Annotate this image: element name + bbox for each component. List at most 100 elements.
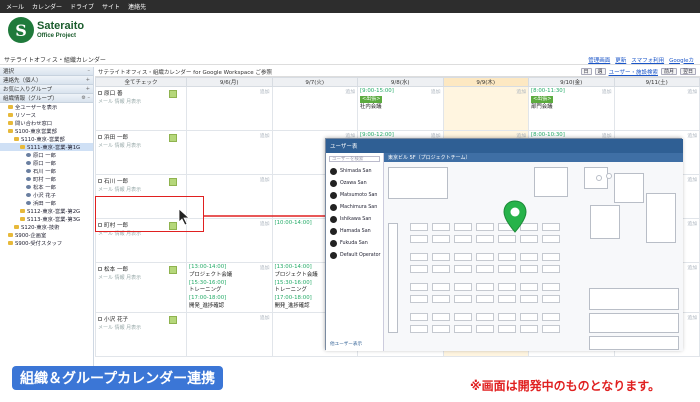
day-cell[interactable]: 追加 [9:00-15:00] <出張> 社内会議 — [357, 86, 444, 131]
desk-seat[interactable] — [542, 223, 560, 231]
desk-seat[interactable] — [498, 313, 516, 321]
refresh-link[interactable]: 更新 — [615, 56, 626, 64]
desk-seat[interactable] — [410, 265, 428, 273]
user-name[interactable]: 小沢 花子 — [104, 315, 128, 323]
desk-seat[interactable] — [542, 283, 560, 291]
desk-seat[interactable] — [476, 313, 494, 321]
user-actions[interactable]: メール 情報 月表示 — [98, 98, 184, 105]
topbar-sites[interactable]: サイト — [102, 2, 120, 11]
add-link[interactable]: 追加 — [687, 176, 697, 183]
desk-seat[interactable] — [410, 325, 428, 333]
add-event-icon[interactable] — [169, 178, 177, 186]
event-text[interactable]: [13:00-14:00] — [189, 264, 226, 270]
overlay-search-input[interactable]: ユーザーを検索 — [329, 156, 380, 162]
tree-group-item[interactable]: S100-東京営業部 — [0, 127, 93, 135]
desk-seat[interactable] — [454, 223, 472, 231]
topbar-drive[interactable]: ドライブ — [70, 2, 94, 11]
expand-icon[interactable]: + — [86, 86, 90, 92]
google-calendar-link[interactable]: Googleカ — [669, 56, 694, 64]
add-link[interactable]: 追加 — [687, 132, 697, 139]
desk-seat[interactable] — [432, 235, 450, 243]
user-search-link[interactable]: ユーザー・施設検索 — [609, 68, 658, 76]
desk-seat[interactable] — [542, 265, 560, 273]
event-text[interactable]: トレーニング — [189, 287, 221, 293]
desk-seat[interactable] — [410, 295, 428, 303]
day-header-today[interactable]: 9/9(木) — [442, 77, 529, 87]
event-text[interactable]: 開発_進捗確認 — [189, 303, 224, 309]
add-link[interactable]: 追加 — [260, 132, 270, 139]
desk-seat[interactable] — [498, 283, 516, 291]
tree-user-item[interactable]: 浜田 一郎 — [0, 199, 93, 207]
settings-icon[interactable]: ⚙ – — [81, 95, 90, 101]
desk-seat[interactable] — [498, 265, 516, 273]
add-link[interactable]: 追加 — [687, 220, 697, 227]
user-checkbox[interactable] — [98, 316, 102, 321]
desk-seat[interactable] — [498, 235, 516, 243]
day-cell[interactable]: 追加 — [186, 130, 273, 175]
event-text[interactable]: プロジェクト会議 — [275, 272, 318, 278]
desk-seat[interactable] — [520, 325, 538, 333]
day-header[interactable]: 9/8(水) — [357, 77, 444, 87]
desk-seat[interactable] — [454, 283, 472, 291]
desk-seat[interactable] — [520, 313, 538, 321]
desk-seat[interactable] — [432, 283, 450, 291]
tree-group-item[interactable]: S900-企画室 — [0, 231, 93, 239]
desk-seat[interactable] — [476, 265, 494, 273]
add-link[interactable]: 追加 — [431, 88, 441, 95]
user-checkbox[interactable] — [98, 91, 102, 95]
tree-user-item[interactable]: 松本 一郎 — [0, 183, 93, 191]
tree-group-item[interactable]: S120-東京-技術 — [0, 223, 93, 231]
desk-seat[interactable] — [476, 283, 494, 291]
add-event-icon[interactable] — [169, 315, 177, 324]
day-header[interactable]: 9/6(月) — [186, 77, 273, 87]
user-actions[interactable]: メール 情報 月表示 — [98, 186, 184, 193]
topbar-contacts[interactable]: 連絡先 — [128, 2, 146, 11]
event-text[interactable]: 社内会議 — [360, 104, 382, 110]
desk-seat[interactable] — [498, 325, 516, 333]
add-link[interactable]: 追加 — [260, 264, 270, 271]
event-text[interactable]: [17:00-18:00] — [275, 295, 312, 301]
day-cell[interactable]: 追加 [13:00-14:00] プロジェクト会議 [15:30-16:00]トレーニ… — [186, 262, 273, 313]
desk-seat[interactable] — [432, 325, 450, 333]
desk-seat[interactable] — [410, 253, 428, 261]
user-checkbox[interactable] — [98, 267, 102, 271]
overlay-user-item[interactable]: Hamada San — [326, 225, 383, 237]
day-view-button[interactable]: 日 — [580, 68, 592, 75]
event-text[interactable]: <出張> — [360, 95, 383, 104]
event-text[interactable]: [13:00-14:00] — [275, 264, 312, 270]
overlay-user-item[interactable]: Machimura San — [326, 201, 383, 213]
desk-seat[interactable] — [410, 235, 428, 243]
user-actions[interactable]: メール 情報 月表示 — [98, 274, 184, 281]
desk-seat[interactable] — [542, 325, 560, 333]
overlay-user-item[interactable]: Shimada San — [326, 165, 383, 177]
smartphone-link[interactable]: スマフォ利用 — [631, 56, 664, 64]
desk-seat[interactable] — [476, 253, 494, 261]
user-checkbox[interactable] — [98, 179, 102, 183]
day-header[interactable]: 9/11(土) — [613, 77, 700, 87]
overlay-user-item[interactable]: Fukuda San — [326, 237, 383, 249]
desk-seat[interactable] — [454, 325, 472, 333]
check-all-header[interactable]: 全てチェック — [95, 77, 187, 87]
desk-seat[interactable] — [454, 295, 472, 303]
desk-seat[interactable] — [454, 265, 472, 273]
desk-seat[interactable] — [542, 253, 560, 261]
overlay-user-item[interactable]: Matsumoto San — [326, 189, 383, 201]
tree-user-item[interactable]: 原口 一郎 — [0, 151, 93, 159]
add-event-icon[interactable] — [169, 90, 177, 98]
desk-seat[interactable] — [476, 235, 494, 243]
user-name[interactable]: 原口 善 — [104, 89, 123, 97]
next-button[interactable]: 翌日 — [679, 68, 696, 75]
day-cell[interactable]: 追加 — [186, 311, 273, 357]
desk-seat[interactable] — [410, 283, 428, 291]
collapse-icon[interactable]: – — [88, 68, 91, 74]
desk-seat[interactable] — [454, 235, 472, 243]
add-link[interactable]: 追加 — [260, 314, 270, 321]
add-link[interactable]: 追加 — [687, 314, 697, 321]
day-cell[interactable]: 追加 — [186, 86, 273, 131]
desk-seat[interactable] — [498, 295, 516, 303]
desk-seat[interactable] — [432, 295, 450, 303]
user-checkbox[interactable] — [98, 135, 102, 139]
day-cell[interactable]: 追加 — [271, 86, 358, 131]
tree-group-item[interactable]: 問い合わせ窓口 — [0, 119, 93, 127]
add-link[interactable]: 追加 — [345, 88, 355, 95]
